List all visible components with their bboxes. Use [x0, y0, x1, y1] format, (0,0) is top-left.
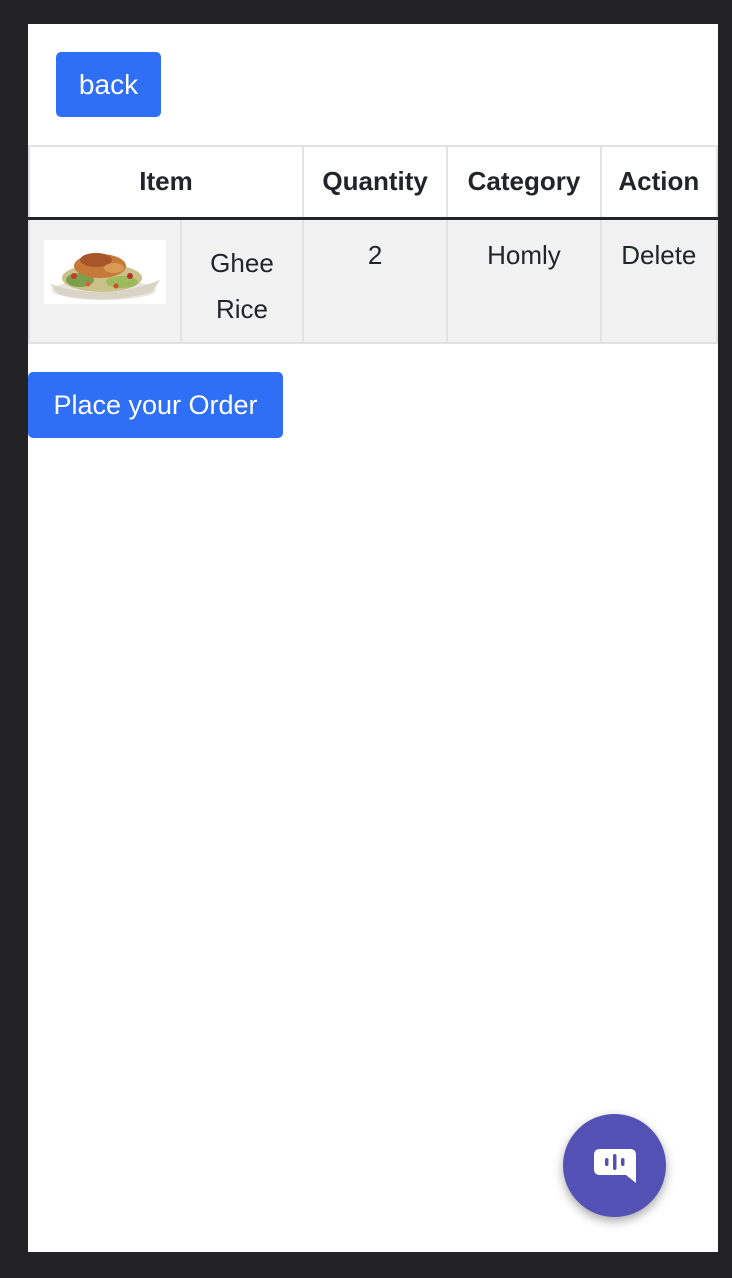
back-button[interactable]: back — [56, 52, 161, 117]
item-category: Homly — [446, 217, 602, 344]
screen: back Item Quantity Category Action Ghee … — [28, 24, 718, 1252]
table-row: Ghee Rice 2 Homly Delete — [28, 217, 718, 344]
item-quantity: 2 — [301, 217, 449, 344]
table-header-row: Item Quantity Category Action — [28, 145, 718, 220]
item-name: Ghee Rice — [180, 217, 304, 344]
delete-button[interactable]: Delete — [621, 240, 696, 270]
item-image-cell — [28, 217, 182, 344]
column-header-quantity: Quantity — [301, 145, 449, 220]
chat-bubble-icon — [593, 1148, 636, 1183]
food-image — [44, 239, 166, 304]
cart-table: Item Quantity Category Action Ghee Rice … — [28, 145, 718, 344]
column-header-category: Category — [446, 145, 602, 220]
chat-fab-button[interactable] — [563, 1114, 666, 1217]
place-order-button[interactable]: Place your Order — [28, 372, 283, 438]
action-cell: Delete — [599, 217, 718, 344]
column-header-action: Action — [599, 145, 718, 220]
column-header-item: Item — [28, 145, 304, 220]
